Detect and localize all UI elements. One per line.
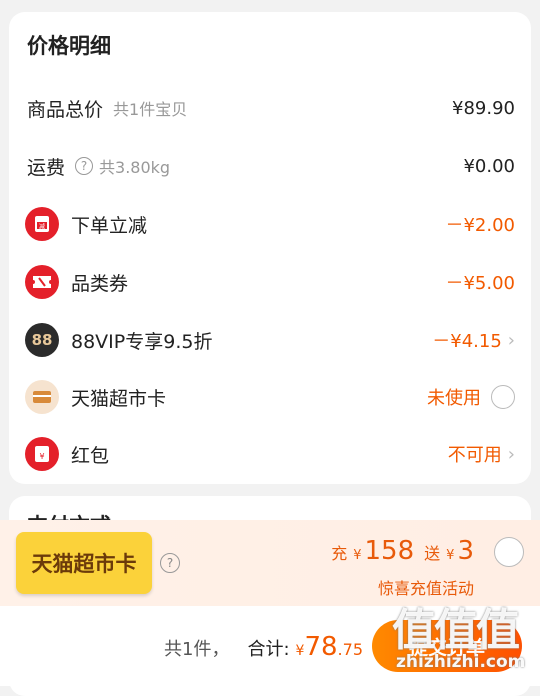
tmall-card-label: 天猫超市卡 bbox=[71, 387, 167, 410]
shipping-row: 运费 ? 共3.80kg ¥0.00 bbox=[9, 144, 531, 188]
bonus-label: 送 bbox=[424, 544, 441, 563]
discount-row-instant: 减 下单立减 －¥2.00 bbox=[9, 202, 531, 246]
total-label: 合计: bbox=[247, 639, 290, 660]
goods-total-count: 共1件宝贝 bbox=[113, 100, 188, 119]
red-packet-label: 红包 bbox=[71, 444, 110, 467]
chevron-right-icon[interactable]: › bbox=[508, 330, 515, 351]
promo-offer: 充 ¥ 158 送 ¥ 3 bbox=[331, 536, 474, 566]
discount-amount: －¥5.00 bbox=[445, 273, 515, 294]
red-packet-row[interactable]: ¥ 红包 不可用 › bbox=[9, 432, 531, 476]
order-summary: 共1件， 合计: ¥ 78 .75 bbox=[164, 632, 363, 662]
shipping-label: 运费 bbox=[27, 156, 66, 179]
goods-total-row: 商品总价 共1件宝贝 ¥89.90 bbox=[9, 86, 531, 130]
bonus-amount: 3 bbox=[457, 536, 474, 566]
question-circle-icon[interactable]: ? bbox=[160, 553, 180, 573]
recharge-amount: 158 bbox=[364, 536, 415, 566]
tmall-card-status: 未使用 bbox=[427, 388, 481, 409]
discount-label: 下单立减 bbox=[71, 214, 148, 237]
item-count: 共1件， bbox=[164, 639, 230, 660]
discount-row-vip[interactable]: 88 88VIP专享9.5折 －¥4.15 › bbox=[9, 318, 531, 362]
ticket-icon bbox=[25, 265, 59, 299]
currency-symbol: ¥ bbox=[353, 548, 362, 563]
promo-badge: 天猫超市卡 bbox=[16, 532, 152, 594]
price-detail-title: 价格明细 bbox=[27, 34, 111, 58]
shipping-amount: ¥0.00 bbox=[463, 155, 515, 177]
recharge-label: 充 bbox=[331, 544, 348, 563]
red-packet-status: 不可用 bbox=[447, 445, 502, 466]
goods-total-amount: ¥89.90 bbox=[452, 97, 515, 119]
tmall-card-radio[interactable] bbox=[491, 385, 515, 409]
card-icon bbox=[25, 380, 59, 414]
chevron-right-icon[interactable]: › bbox=[508, 444, 515, 465]
currency-symbol: ¥ bbox=[295, 643, 305, 659]
total-integer: 78 bbox=[304, 632, 338, 662]
discount-row-coupon: 品类券 －¥5.00 bbox=[9, 260, 531, 304]
price-detail-card: 价格明细 商品总价 共1件宝贝 ¥89.90 运费 ? 共3.80kg ¥0.0… bbox=[9, 12, 531, 484]
red-packet-icon: ¥ bbox=[25, 437, 59, 471]
tmall-card-row[interactable]: 天猫超市卡 未使用 bbox=[9, 375, 531, 419]
watermark-logo: 值值值 bbox=[392, 605, 520, 656]
total-decimal: .75 bbox=[337, 640, 363, 659]
currency-symbol: ¥ bbox=[446, 548, 455, 563]
watermark: 值值值 zhizhizhi.com bbox=[392, 594, 537, 684]
discount-amount: －¥2.00 bbox=[445, 215, 515, 236]
discount-amount: －¥4.15 bbox=[432, 331, 502, 352]
question-circle-icon[interactable]: ? bbox=[75, 157, 94, 175]
red-envelope-icon: 减 bbox=[25, 207, 59, 241]
discount-label: 88VIP专享9.5折 bbox=[71, 330, 213, 353]
shipping-weight: 共3.80kg bbox=[99, 158, 171, 177]
88vip-icon: 88 bbox=[25, 323, 59, 357]
svg-text:¥: ¥ bbox=[39, 452, 44, 461]
discount-label: 品类券 bbox=[71, 272, 129, 295]
promo-radio[interactable] bbox=[494, 537, 524, 567]
goods-total-label: 商品总价 bbox=[27, 98, 104, 121]
svg-text:减: 减 bbox=[39, 223, 45, 231]
watermark-url: zhizhizhi.com bbox=[396, 652, 526, 672]
